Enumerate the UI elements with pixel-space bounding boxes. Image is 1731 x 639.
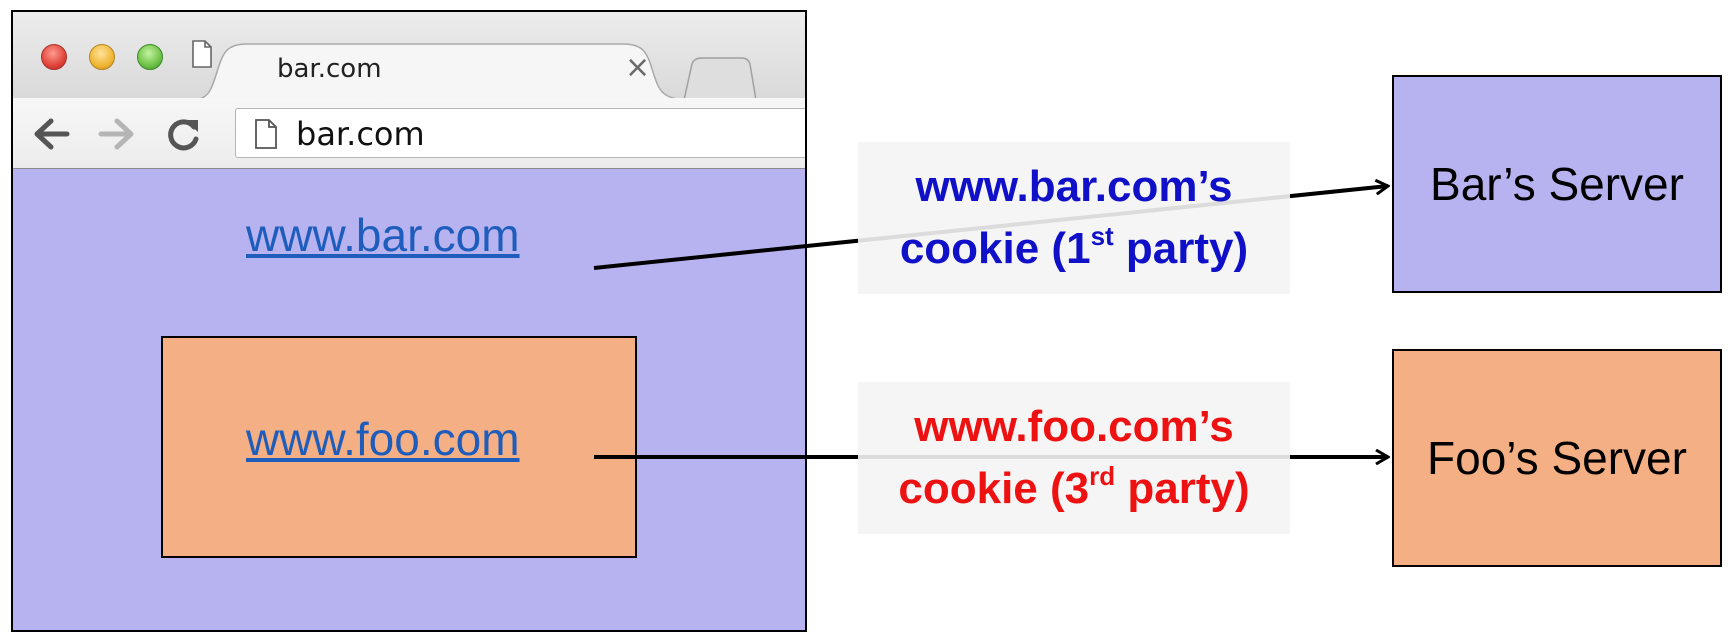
third-party-cookie-label: www.foo.com’s cookie (3rd party) xyxy=(858,382,1290,534)
bar-server-box: Bar’s Server xyxy=(1392,75,1722,293)
first-party-cookie-line1: www.bar.com’s xyxy=(915,162,1233,211)
first-party-cookie-text: cookie (1 xyxy=(899,224,1091,273)
bar-server-label: Bar’s Server xyxy=(1430,158,1684,210)
foo-server-box: Foo’s Server xyxy=(1392,349,1722,567)
first-party-cookie-label: www.bar.com’s cookie (1st party) xyxy=(858,142,1290,294)
third-party-cookie-text-end: party) xyxy=(1115,464,1250,513)
foo-server-label: Foo’s Server xyxy=(1427,432,1687,484)
third-party-cookie-text: cookie (3 xyxy=(898,464,1090,513)
third-party-cookie-line1: www.foo.com’s xyxy=(914,402,1234,451)
third-party-cookie-line2: cookie (3rd party) xyxy=(858,458,1290,520)
first-party-cookie-text-end: party) xyxy=(1113,224,1249,273)
first-party-cookie-line2: cookie (1st party) xyxy=(858,218,1290,280)
third-party-ordinal: rd xyxy=(1089,461,1116,491)
first-party-ordinal: st xyxy=(1090,221,1114,251)
